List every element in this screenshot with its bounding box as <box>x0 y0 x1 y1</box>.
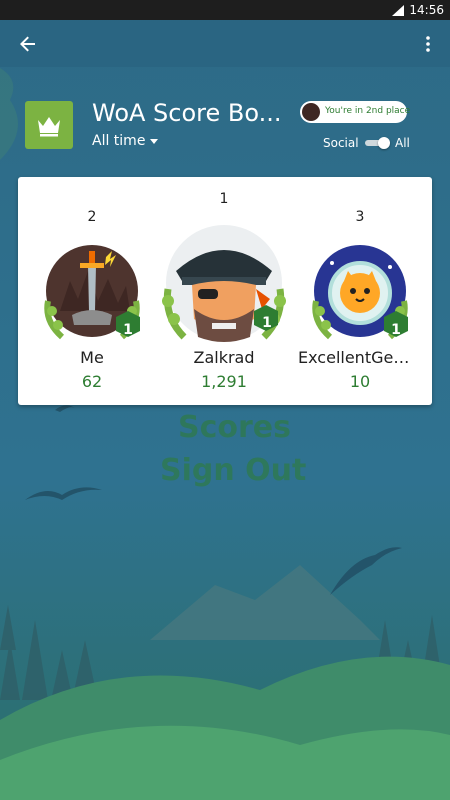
leaderboard-title: WoA Score Bo... <box>92 99 282 127</box>
signal-icon <box>392 5 404 16</box>
player-rank: 3 <box>355 209 365 225</box>
crown-icon <box>38 117 60 137</box>
player-name: Zalkrad <box>193 348 255 367</box>
toggle-thumb <box>378 137 390 149</box>
level-badge: 1 <box>262 315 272 331</box>
top-three-card: 2 1 Me 62 1 1 Zalkrad 1,291 3 1 Excellen… <box>18 177 432 405</box>
player-score: 10 <box>349 372 371 391</box>
leaderboard-header: WoA Score Bo... All time You're in 2nd p… <box>0 90 450 160</box>
player-score: 62 <box>81 372 103 391</box>
level-badge: 1 <box>123 322 133 338</box>
filter-all-label: All <box>395 136 410 150</box>
player-entry[interactable]: 3 1 ExcellentGem9... 10 <box>298 205 422 395</box>
player-name: ExcellentGem9... <box>298 348 422 367</box>
player-entry[interactable]: 2 1 Me 62 <box>40 205 144 395</box>
player-name: Me <box>80 348 104 367</box>
player-score: 1,291 <box>201 372 247 391</box>
more-vert-icon <box>426 36 430 52</box>
background-scores-text: Scores <box>178 410 291 445</box>
status-bar: 14:56 <box>0 0 450 20</box>
place-chip: You're in 2nd place <box>300 101 411 123</box>
player-rank: 2 <box>87 209 97 225</box>
status-time: 14:56 <box>409 3 444 17</box>
app-bar <box>0 20 450 67</box>
player-avatar-mini <box>302 103 320 121</box>
player-entry[interactable]: 1 1 Zalkrad 1,291 <box>158 189 290 395</box>
overflow-menu-button[interactable] <box>414 30 442 58</box>
back-button[interactable] <box>14 30 42 58</box>
filter-social-label: Social <box>323 136 359 150</box>
time-scope-label: All time <box>92 133 146 149</box>
time-scope-dropdown[interactable]: All time <box>92 133 159 149</box>
caret-down-icon <box>150 138 159 144</box>
background-signout-text: Sign Out <box>160 453 307 488</box>
social-all-toggle[interactable] <box>365 137 390 149</box>
arrow-left-icon <box>20 36 35 52</box>
place-chip-text: You're in 2nd place <box>325 106 411 116</box>
leaderboard-icon <box>25 101 73 149</box>
level-badge: 1 <box>391 322 401 338</box>
social-all-filter: Social All <box>323 134 438 154</box>
player-rank: 1 <box>219 191 229 207</box>
